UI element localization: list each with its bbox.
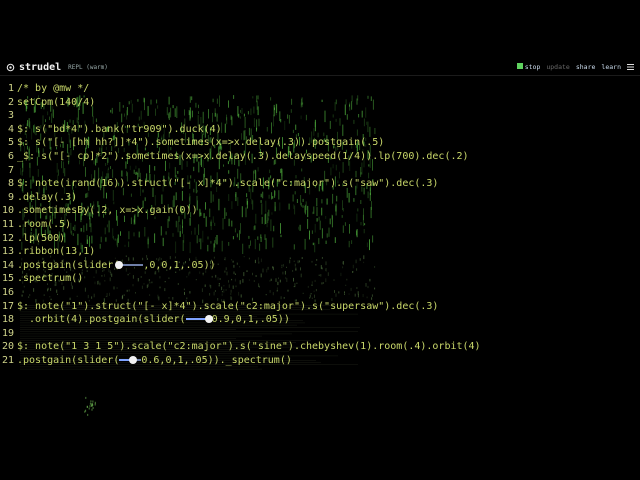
code-text-after-slider: ,0,0,1,.05)) xyxy=(143,259,216,271)
line-number: 5 xyxy=(7,137,14,149)
code-text: $: s("[- [hh hh?]]*4").sometimes(x=>x.de… xyxy=(17,137,385,149)
stop-icon xyxy=(516,63,523,69)
code-text: .postgain(slider(0.6,0,1,.05))._spectrum… xyxy=(17,355,292,366)
line-number: 17 xyxy=(2,300,15,312)
line-number: 3 xyxy=(7,110,14,122)
line-number: 8 xyxy=(7,178,14,190)
line-number: 11 xyxy=(2,219,15,230)
top-bar: strudel REPL (warm) stop update share le… xyxy=(0,60,640,76)
line-number: 16 xyxy=(2,287,15,298)
app-title: strudel xyxy=(19,62,62,73)
line-number: 21 xyxy=(2,355,15,366)
line-number: 7 xyxy=(7,164,14,176)
line-number: 20 xyxy=(2,341,15,353)
line-number: 18 xyxy=(2,314,15,326)
postgain-slider[interactable] xyxy=(119,356,142,364)
nav-bar: stop update share learn xyxy=(516,63,634,71)
code-text: .orbit(4).postgain(slider(0.9,0,1,.05)) xyxy=(17,314,290,326)
postgain-slider[interactable] xyxy=(185,315,213,324)
code-text: .postgain(slider(,0,0,1,.05)) xyxy=(17,259,216,271)
line-number: 1 xyxy=(7,83,14,94)
line-number: 6 xyxy=(7,151,14,162)
code-text: _$: s("[- cp]*2").sometimes(x=>x.delay(.… xyxy=(17,151,469,162)
strudel-logo-icon xyxy=(6,63,15,72)
stop-button[interactable]: stop xyxy=(516,63,540,71)
line-number: 13 xyxy=(2,246,15,258)
code-text: $: s("bd*4").bank("tr909").duck(4) xyxy=(17,123,222,135)
code-text: .sometimesBy(.2, x=>x.gain(0)) xyxy=(17,205,198,217)
brand: strudel REPL (warm) xyxy=(6,62,108,73)
line-number: 9 xyxy=(7,191,14,203)
code-text: .spectrum() xyxy=(17,273,84,285)
code-text: .ribbon(13,1) xyxy=(17,246,96,258)
app-subtitle: REPL (warm) xyxy=(68,64,108,71)
code-text: $: note("1").struct("[- x]*4").scale("c2… xyxy=(17,300,439,312)
line-number: 12 xyxy=(2,232,15,244)
line-number: 15 xyxy=(2,273,15,285)
code-text: setCpm(140/4) xyxy=(17,96,96,108)
line-number: 19 xyxy=(2,327,15,339)
code-text: .delay(.3) xyxy=(17,191,78,203)
code-text: .room(.5) xyxy=(17,219,72,230)
code-text: $: note(irand(16)).struct("[- x]*4").sca… xyxy=(17,178,439,190)
share-button[interactable]: share xyxy=(576,63,596,71)
update-button[interactable]: update xyxy=(546,63,569,71)
learn-button[interactable]: learn xyxy=(601,63,621,71)
code-text: .lp(500) xyxy=(17,232,66,244)
code-text-after-slider: 0.9,0,1,.05)) xyxy=(211,314,290,326)
slider-thumb[interactable] xyxy=(115,260,124,269)
line-number: 10 xyxy=(2,205,15,217)
line-number: 4 xyxy=(7,123,14,135)
code-text: $: note("1 3 1 5").scale("c2:major").s("… xyxy=(17,341,481,353)
line-number: 14 xyxy=(2,259,15,271)
code-text-after-slider: 0.6,0,1,.05))._spectrum() xyxy=(141,355,292,366)
menu-icon[interactable] xyxy=(627,64,634,70)
line-number: 2 xyxy=(7,96,14,108)
code-text: /* by @mw */ xyxy=(17,83,90,94)
slider-thumb[interactable] xyxy=(128,356,137,364)
postgain-slider[interactable] xyxy=(115,260,144,269)
